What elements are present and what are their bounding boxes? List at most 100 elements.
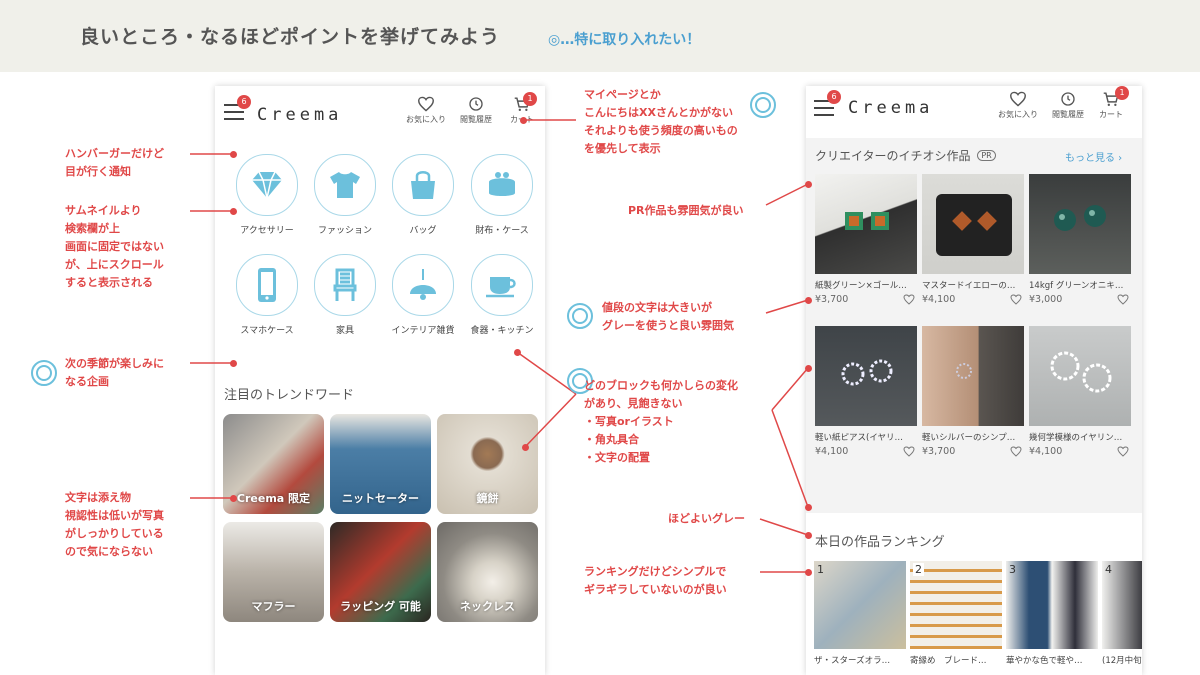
trend-tile[interactable]: マフラー — [223, 522, 324, 622]
slide-header: 良いところ・なるほどポイントを挙げてみよう ◎…特に取り入れたい！ — [0, 0, 1200, 72]
note-pr: PR作品も雰囲気が良い — [628, 204, 744, 217]
product-image — [922, 174, 1024, 274]
highlight-ring-icon — [31, 360, 57, 386]
note-ranking: ランキングだけどシンプルで ギラギラしていないのが良い — [584, 565, 727, 596]
tshirt-icon — [330, 172, 360, 198]
product-image — [815, 174, 917, 274]
heart-icon[interactable] — [1117, 446, 1129, 457]
cart-badge: 1 — [1115, 86, 1129, 100]
marker-dot — [230, 360, 237, 367]
marker-dot — [514, 349, 521, 356]
product-card[interactable]: 軽い紙ピアス(イヤリ… ¥4,100 — [815, 326, 917, 457]
ranking-item[interactable]: 2 寄縁め ブレード… — [910, 561, 1002, 666]
heart-icon[interactable] — [1117, 294, 1129, 305]
category-phonecase[interactable]: スマホケース — [232, 254, 302, 336]
earring-image — [1054, 205, 1106, 231]
heart-icon — [1009, 91, 1027, 107]
lamp-icon — [410, 269, 436, 300]
ranking-image: 4 — [1102, 561, 1142, 649]
pick-section-title: クリエイターのイチオシ作品 PR — [815, 147, 996, 164]
creema-logo[interactable]: Creema — [257, 105, 342, 125]
marker-dot — [522, 444, 529, 451]
trend-tile[interactable]: 鏡餅 — [437, 414, 538, 514]
note-gray: ほどよいグレー — [668, 512, 745, 525]
favorites-button[interactable]: お気に入り — [401, 96, 451, 125]
note-thumbnail: サムネイルより 検索欄が上 画面に固定ではない が、上にスクロール すると表示される — [65, 204, 164, 289]
trend-tile[interactable]: Creema 限定 — [223, 414, 324, 514]
creema-logo[interactable]: Creema — [848, 98, 933, 118]
smartphone-icon — [258, 268, 276, 302]
category-furniture[interactable]: 家具 — [310, 254, 380, 336]
heart-icon[interactable] — [903, 294, 915, 305]
marker-dot — [805, 504, 812, 511]
heart-icon — [417, 96, 435, 112]
product-card[interactable]: 軽いシルバーのシンプ… ¥3,700 — [922, 326, 1024, 457]
marker-dot — [230, 208, 237, 215]
bag-icon — [411, 171, 435, 199]
ranking-item[interactable]: 4 (12月中旬 — [1102, 561, 1142, 666]
product-image — [1029, 326, 1131, 426]
category-bag[interactable]: バッグ — [388, 154, 458, 236]
marker-dot — [520, 117, 527, 124]
highlight-ring-icon — [567, 303, 593, 329]
earring-image — [841, 359, 893, 386]
trend-section-title: 注目のトレンドワード — [224, 388, 355, 403]
note-text-photo: 文字は添え物 視認性は低いが写真 がしっかりしている ので気にならない — [65, 491, 164, 558]
marker-dot — [805, 365, 812, 372]
earring-image — [956, 363, 972, 379]
ranking-image: 2 — [910, 561, 1002, 649]
trend-tile[interactable]: ラッピング 可能 — [330, 522, 431, 622]
history-icon — [1061, 92, 1075, 106]
product-image — [922, 326, 1024, 426]
app-header: 6 Creema お気に入り 閲覧履歴 カート 1 — [806, 86, 1142, 136]
heart-icon[interactable] — [1010, 446, 1022, 457]
product-image — [815, 326, 917, 426]
category-wallet[interactable]: 財布・ケース — [467, 154, 537, 236]
ranking-item[interactable]: 3 華やかな色で軽や… — [1006, 561, 1098, 666]
history-icon — [469, 97, 483, 111]
note-season: 次の季節が楽しみに なる企画 — [65, 357, 164, 388]
phone-screen-left: 6 Creema お気に入り 閲覧履歴 カート 1 アクセサリー ファッション … — [215, 86, 545, 675]
ranking-section-title: 本日の作品ランキング — [815, 535, 945, 550]
favorites-button[interactable]: お気に入り — [993, 91, 1043, 120]
marker-dot — [805, 181, 812, 188]
slide-title: 良いところ・なるほどポイントを挙げてみよう — [80, 26, 501, 48]
app-header: 6 Creema お気に入り 閲覧履歴 カート 1 — [215, 86, 545, 136]
product-card[interactable]: 紙製グリーン×ゴール… ¥3,700 — [815, 174, 917, 305]
heart-icon[interactable] — [903, 446, 915, 457]
category-fashion[interactable]: ファッション — [310, 154, 380, 236]
earring-image — [936, 194, 1012, 256]
highlight-ring-icon — [750, 92, 776, 118]
ranking-image: 3 — [1006, 561, 1098, 649]
note-mypage: マイページとか こんにちはXXさんとかがない それよりも使う頻度の高いもの を優先して… — [584, 88, 738, 155]
legend-note: ◎…特に取り入れたい！ — [548, 32, 701, 48]
diamond-icon — [252, 171, 282, 199]
cup-icon — [486, 277, 516, 298]
trend-tile[interactable]: ネックレス — [437, 522, 538, 622]
marker-dot — [805, 532, 812, 539]
category-accessory[interactable]: アクセサリー — [232, 154, 302, 236]
ranking-item[interactable]: 1 ザ・スターズオラ… — [814, 561, 906, 666]
rank-number: 2 — [913, 563, 924, 576]
category-interior[interactable]: インテリア雑貨 — [388, 254, 458, 336]
product-image — [1029, 174, 1131, 274]
rank-number: 1 — [817, 563, 824, 576]
history-button[interactable]: 閲覧履歴 — [451, 96, 501, 125]
earring-image — [1050, 351, 1112, 393]
marker-dot — [230, 495, 237, 502]
phone-screen-right: 6 Creema お気に入り 閲覧履歴 カート 1 クリエイターのイチオシ作品 … — [806, 86, 1142, 675]
note-blocks: どのブロックも何かしらの変化 があり、見飽きない ・写真orイラスト ・角丸具合 ・文字… — [584, 379, 738, 464]
marker-dot — [805, 569, 812, 576]
product-card[interactable]: 14kgf グリーンオニキ… ¥3,000 — [1029, 174, 1131, 305]
notification-badge: 6 — [237, 95, 251, 109]
marker-dot — [230, 151, 237, 158]
heart-icon[interactable] — [1010, 294, 1022, 305]
more-link[interactable]: もっと見る › — [1065, 149, 1122, 164]
product-card[interactable]: 幾何学模様のイヤリン… ¥4,100 — [1029, 326, 1131, 457]
trend-tile[interactable]: ニットセーター — [330, 414, 431, 514]
category-kitchen[interactable]: 食器・キッチン — [467, 254, 537, 336]
product-card[interactable]: マスタードイエローの… ¥4,100 — [922, 174, 1024, 305]
purse-icon — [489, 172, 515, 196]
earring-image — [845, 212, 889, 230]
notification-badge: 6 — [827, 90, 841, 104]
